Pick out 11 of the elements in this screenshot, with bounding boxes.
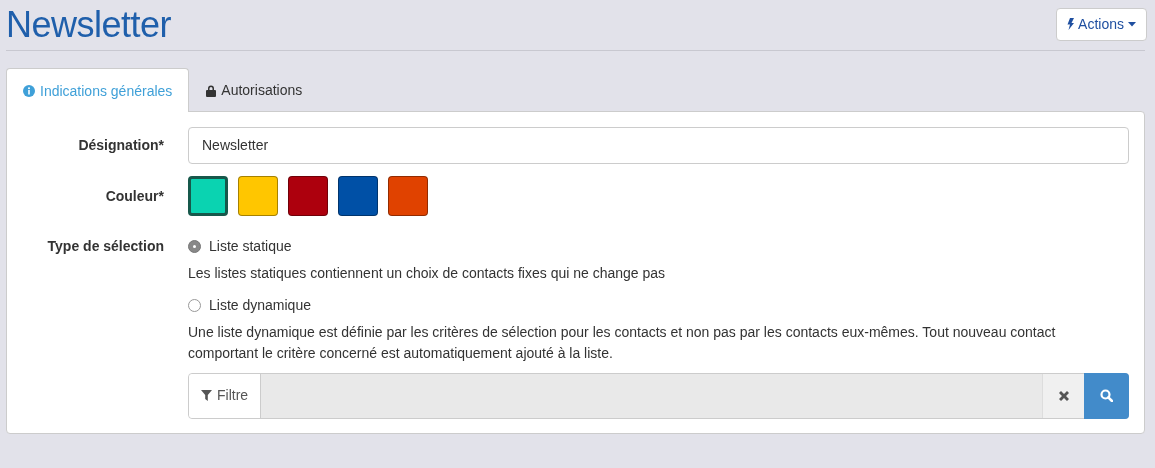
page-title: Newsletter xyxy=(6,7,172,43)
option-label: Liste dynamique xyxy=(209,296,311,316)
field-label: Couleur* xyxy=(104,186,165,206)
designation-field[interactable]: Newsletter xyxy=(188,127,1129,164)
tab[interactable]: Autorisations xyxy=(189,68,320,111)
actions-button[interactable]: Actions xyxy=(1056,7,1147,41)
field-label: Désignation* xyxy=(77,136,165,155)
option-description: Une liste dynamique est définie par les critères de sélection pour les contacts et non pas par les contacts eux-mêmes. Tout nouveau contact comportant le critère concerné est automatiquement ajouté à la liste. xyxy=(188,323,1057,363)
option-label: Liste statique xyxy=(209,237,292,256)
option-description: Les listes statiques contiennent un choix de contacts fixes qui ne change pas xyxy=(188,264,667,283)
field-label: Type de sélection xyxy=(46,237,165,256)
